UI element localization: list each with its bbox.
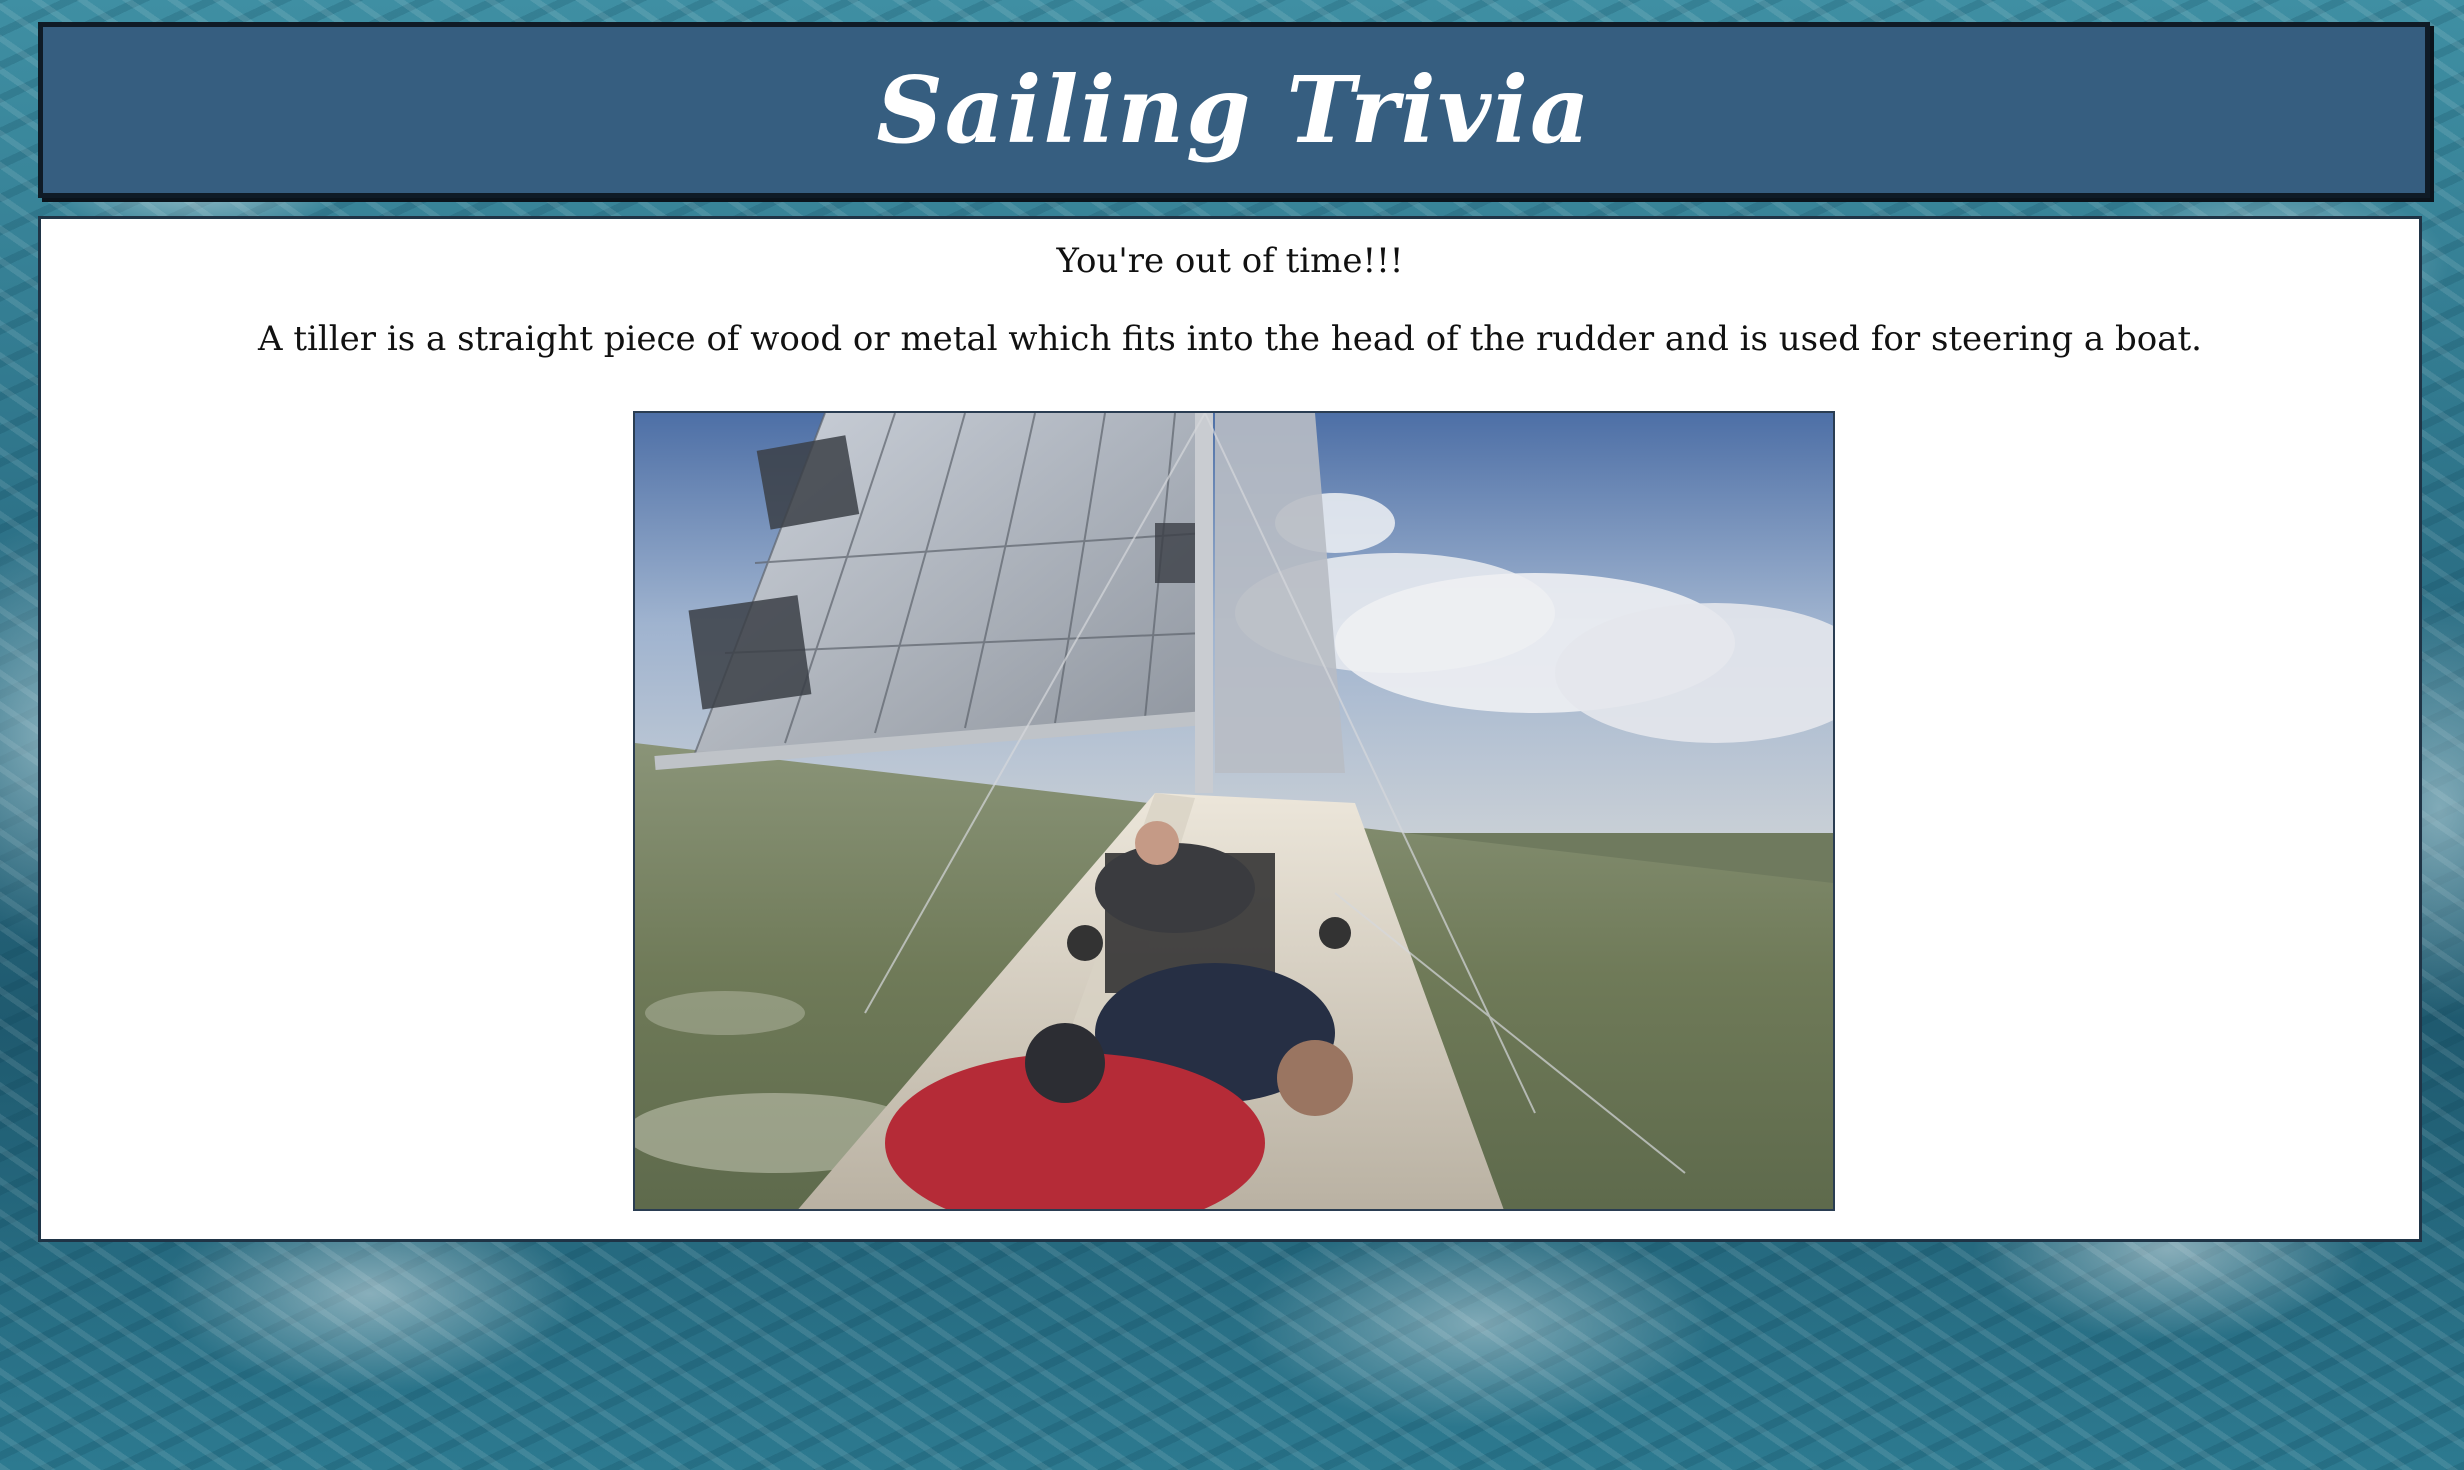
mast: [1195, 413, 1213, 793]
trivia-panel: You're out of time!!! A tiller is a stra…: [38, 216, 2422, 1242]
crew-member: [1095, 843, 1255, 933]
page-title: Sailing Trivia: [876, 56, 1592, 164]
page-header: Sailing Trivia: [38, 22, 2430, 198]
timeout-message: You're out of time!!!: [1056, 241, 1404, 281]
answer-explanation: A tiller is a straight piece of wood or …: [258, 319, 2202, 359]
answer-image: [633, 411, 1835, 1211]
